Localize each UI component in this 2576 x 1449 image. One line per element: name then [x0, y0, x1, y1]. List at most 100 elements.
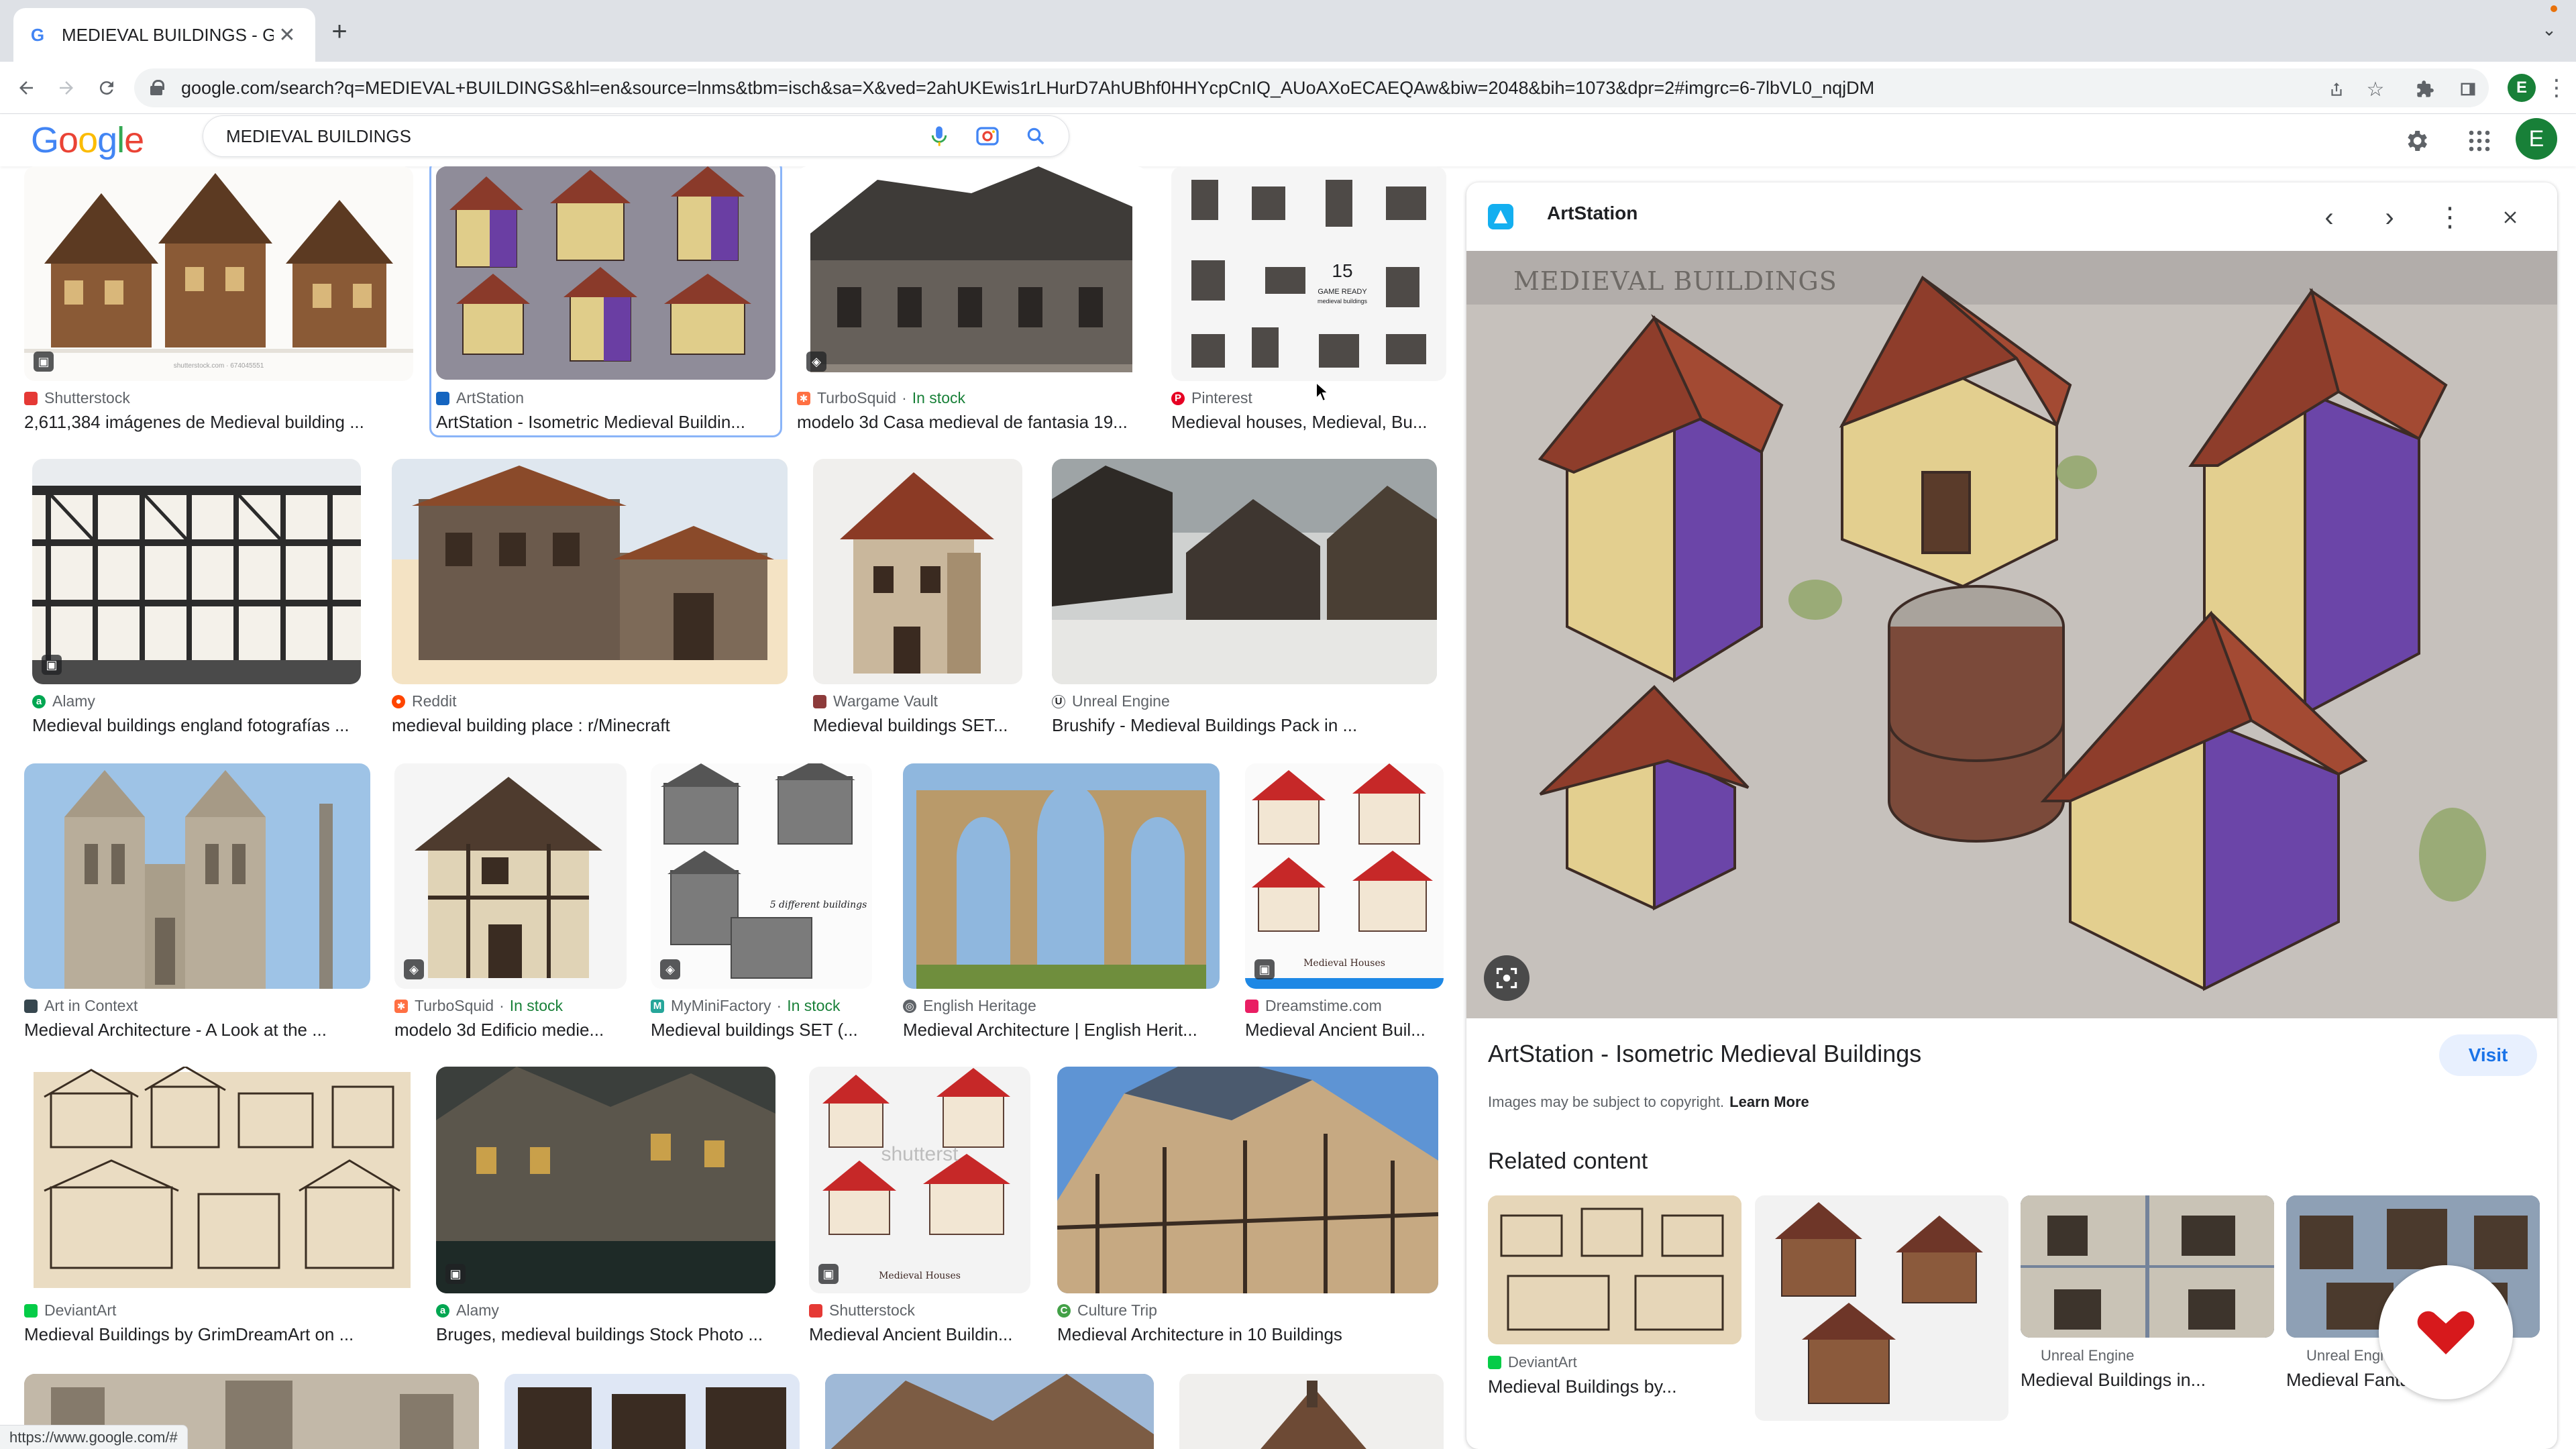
learn-more-link[interactable]: Learn More [1729, 1093, 1809, 1110]
preview-image[interactable]: MEDIEVAL BUILDINGS [1466, 251, 2557, 1018]
result-source: Dreamstime.com [1245, 997, 1382, 1015]
result-caption[interactable]: modelo 3d Edificio medie... [394, 1020, 627, 1040]
result-thumbnail[interactable] [825, 1374, 1154, 1449]
reload-button[interactable] [91, 72, 122, 103]
result-thumbnail[interactable]: 15 GAME READY medieval buildings [1171, 166, 1446, 381]
account-avatar[interactable]: E [2516, 118, 2557, 160]
related-caption[interactable]: Medieval Buildings by... [1488, 1377, 1741, 1397]
result-card[interactable]: DeviantArt Medieval Buildings by GrimDre… [24, 1067, 420, 1344]
result-thumbnail[interactable]: ▣ [436, 1067, 775, 1293]
back-button[interactable] [11, 72, 42, 103]
extensions-icon[interactable] [2414, 78, 2436, 101]
result-thumbnail[interactable] [24, 1067, 420, 1293]
result-thumbnail[interactable] [1057, 1067, 1438, 1293]
result-caption[interactable]: medieval building place : r/Minecraft [392, 715, 788, 736]
search-box[interactable]: MEDIEVAL BUILDINGS [203, 115, 1069, 157]
result-thumbnail[interactable] [436, 166, 775, 380]
related-item[interactable]: DeviantArt Medieval Buildings by... [1488, 1195, 1741, 1410]
result-thumbnail[interactable] [392, 459, 788, 684]
svg-text:Medieval Houses: Medieval Houses [1303, 958, 1385, 969]
result-thumbnail[interactable]: ◈ [394, 763, 627, 989]
result-caption[interactable]: Medieval Architecture - A Look at the ..… [24, 1020, 370, 1040]
result-thumbnail[interactable] [504, 1374, 800, 1449]
tab-close-icon[interactable]: ✕ [274, 21, 301, 48]
result-caption[interactable]: Medieval Architecture in 10 Buildings [1057, 1324, 1438, 1345]
result-caption[interactable]: Brushify - Medieval Buildings Pack in ..… [1052, 715, 1437, 736]
result-card-selected[interactable]: ArtStation ArtStation - Isometric Mediev… [436, 166, 778, 435]
previous-image-chevron-icon[interactable]: ‹ [2313, 201, 2345, 233]
search-input[interactable]: MEDIEVAL BUILDINGS [226, 126, 924, 147]
result-card[interactable]: 5 different buildings ◈ M MyMiniFactory … [651, 763, 872, 1040]
result-card[interactable]: ◎ English Heritage Medieval Architecture… [903, 763, 1220, 1040]
profile-avatar-small[interactable]: E [2508, 74, 2536, 102]
result-caption[interactable]: Medieval buildings SET (... [651, 1020, 872, 1040]
related-caption[interactable]: Medieval Buildings in... [2021, 1370, 2274, 1391]
source-favicon-icon: M [651, 999, 664, 1013]
result-caption[interactable]: Medieval Ancient Buildin... [809, 1324, 1030, 1345]
more-options-icon[interactable]: ⋮ [2434, 201, 2466, 233]
new-tab-button[interactable]: + [326, 15, 353, 48]
result-card[interactable]: ● Reddit medieval building place : r/Min… [392, 459, 788, 735]
result-card[interactable]: ◈ ✱ TurboSquid · In stock modelo 3d Edifi… [394, 763, 627, 1040]
lens-search-icon[interactable] [1484, 955, 1529, 1001]
panel-site-name[interactable]: ArtStation [1547, 203, 1638, 224]
result-caption[interactable]: Medieval buildings england fotografías .… [32, 715, 381, 736]
result-caption[interactable]: Medieval Buildings by GrimDreamArt on ..… [24, 1324, 420, 1345]
result-card[interactable]: Medieval Houses ▣ Dreamstime.com Medieva… [1245, 763, 1444, 1040]
result-card[interactable]: U Unreal Engine Brushify - Medieval Buil… [1052, 459, 1437, 735]
result-thumbnail[interactable]: Medieval Houses ▣ [1245, 763, 1444, 989]
result-caption[interactable]: Medieval houses, Medieval, Bu... [1171, 412, 1446, 433]
result-thumbnail[interactable] [813, 459, 1022, 684]
result-thumbnail[interactable] [903, 763, 1220, 989]
bookmark-star-icon[interactable]: ☆ [2364, 78, 2387, 101]
result-card[interactable]: C Culture Trip Medieval Architecture in … [1057, 1067, 1438, 1344]
result-thumbnail[interactable]: ◈ [797, 166, 1147, 381]
tab-search-chevron-icon[interactable]: ⌄ [2536, 16, 2563, 43]
result-card[interactable]: Wargame Vault Medieval buildings SET... [813, 459, 1022, 735]
related-thumbnail[interactable] [2021, 1195, 2274, 1338]
result-card[interactable]: shutterstock.com · 674045551 ▣ Shutterst… [24, 166, 413, 435]
floating-action-button[interactable] [2379, 1265, 2513, 1399]
result-card[interactable]: 15 GAME READY medieval buildings P Pinte… [1171, 166, 1446, 435]
next-image-chevron-icon[interactable]: › [2373, 201, 2406, 233]
google-logo[interactable]: Google [31, 119, 144, 161]
result-caption[interactable]: modelo 3d Casa medieval de fantasia 19..… [797, 412, 1147, 433]
result-caption[interactable]: ArtStation - Isometric Medieval Buildin.… [436, 412, 771, 433]
result-card[interactable]: ▣ a Alamy Bruges, medieval buildings Sto… [436, 1067, 775, 1344]
preview-title[interactable]: ArtStation - Isometric Medieval Building… [1488, 1040, 1921, 1068]
related-item[interactable]: Unreal Engine Medieval Buildings in... [2021, 1195, 2274, 1410]
result-thumbnail[interactable]: 5 different buildings ◈ [651, 763, 872, 989]
result-thumbnail[interactable] [1179, 1374, 1444, 1449]
search-submit-icon[interactable] [1020, 121, 1051, 152]
address-bar[interactable]: google.com/search?q=MEDIEVAL+BUILDINGS&h… [134, 68, 2489, 107]
lens-camera-icon[interactable] [972, 121, 1003, 152]
google-apps-grid-icon[interactable] [2461, 122, 2498, 160]
voice-search-mic-icon[interactable] [924, 121, 955, 152]
result-thumbnail[interactable]: shutterstock.com · 674045551 ▣ [24, 166, 413, 381]
result-thumbnail[interactable] [24, 763, 370, 989]
browser-tab[interactable]: G MEDIEVAL BUILDINGS - Google ✕ [13, 8, 315, 62]
result-source: M MyMiniFactory · In stock [651, 997, 840, 1015]
settings-gear-icon[interactable] [2398, 122, 2435, 160]
result-thumbnail[interactable]: ▣ [32, 459, 361, 684]
close-panel-icon[interactable] [2494, 201, 2526, 233]
visit-button[interactable]: Visit [2439, 1034, 2537, 1076]
result-caption[interactable]: Medieval Architecture | English Herit... [903, 1020, 1220, 1040]
result-card[interactable]: Art in Context Medieval Architecture - A… [24, 763, 370, 1040]
result-card[interactable]: shutterst Medieval Houses ▣ Shutterstock… [809, 1067, 1030, 1344]
result-caption[interactable]: Bruges, medieval buildings Stock Photo .… [436, 1324, 775, 1345]
result-caption[interactable]: Medieval Ancient Buil... [1245, 1020, 1444, 1040]
side-panel-icon[interactable] [2457, 78, 2479, 101]
forward-button[interactable] [51, 72, 82, 103]
related-thumbnail[interactable] [1755, 1195, 2008, 1421]
result-caption[interactable]: 2,611,384 imágenes de Medieval building … [24, 412, 413, 433]
browser-menu-icon[interactable]: ⋮ [2545, 74, 2568, 102]
result-thumbnail[interactable]: shutterst Medieval Houses ▣ [809, 1067, 1030, 1293]
result-card[interactable]: ◈ ✱ TurboSquid · In stock modelo 3d Casa … [797, 166, 1147, 435]
result-caption[interactable]: Medieval buildings SET... [813, 715, 1022, 736]
result-thumbnail[interactable] [1052, 459, 1437, 684]
result-card[interactable]: ▣ a Alamy Medieval buildings england fot… [32, 459, 361, 735]
related-thumbnail[interactable] [1488, 1195, 1741, 1344]
related-item[interactable] [1755, 1195, 2008, 1437]
share-icon[interactable] [2325, 78, 2348, 101]
